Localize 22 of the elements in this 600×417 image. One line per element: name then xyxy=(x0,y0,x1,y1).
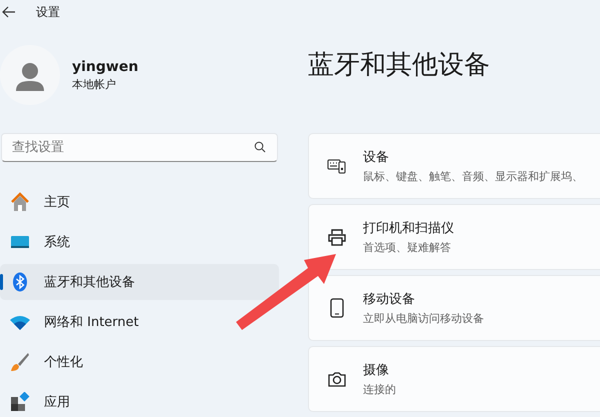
nav-item[interactable]: 蓝牙和其他设备 xyxy=(0,264,279,300)
search-field[interactable]: 查找设置 xyxy=(1,133,278,162)
account-type: 本地帐户 xyxy=(72,76,117,92)
nav-item[interactable]: 网络和 Internet xyxy=(0,304,279,340)
brush-icon xyxy=(10,352,30,372)
account-name: yingwen xyxy=(72,58,138,74)
nav-item[interactable]: 系统 xyxy=(0,224,279,260)
printer-icon xyxy=(327,227,347,247)
settings-card[interactable]: 打印机和扫描仪 首选项、疑难解答 xyxy=(308,204,600,270)
page-title: 蓝牙和其他设备 xyxy=(308,49,491,82)
nav-item[interactable]: 主页 xyxy=(0,184,279,220)
bluetooth-icon xyxy=(10,272,30,292)
settings-card[interactable]: 移动设备 立即从电脑访问移动设备 xyxy=(308,275,600,341)
apps-icon xyxy=(10,392,30,412)
house-icon xyxy=(10,192,30,212)
settings-card[interactable]: 设备 鼠标、键盘、触笔、音频、显示器和扩展坞、 xyxy=(308,133,600,199)
settings-card[interactable]: 摄像 连接的 xyxy=(308,346,600,412)
window-title: 设置 xyxy=(36,4,60,20)
back-icon[interactable] xyxy=(2,6,16,18)
search-icon xyxy=(254,141,266,153)
nav-item[interactable]: 个性化 xyxy=(0,344,279,380)
nav-item[interactable]: 应用 xyxy=(0,384,279,417)
